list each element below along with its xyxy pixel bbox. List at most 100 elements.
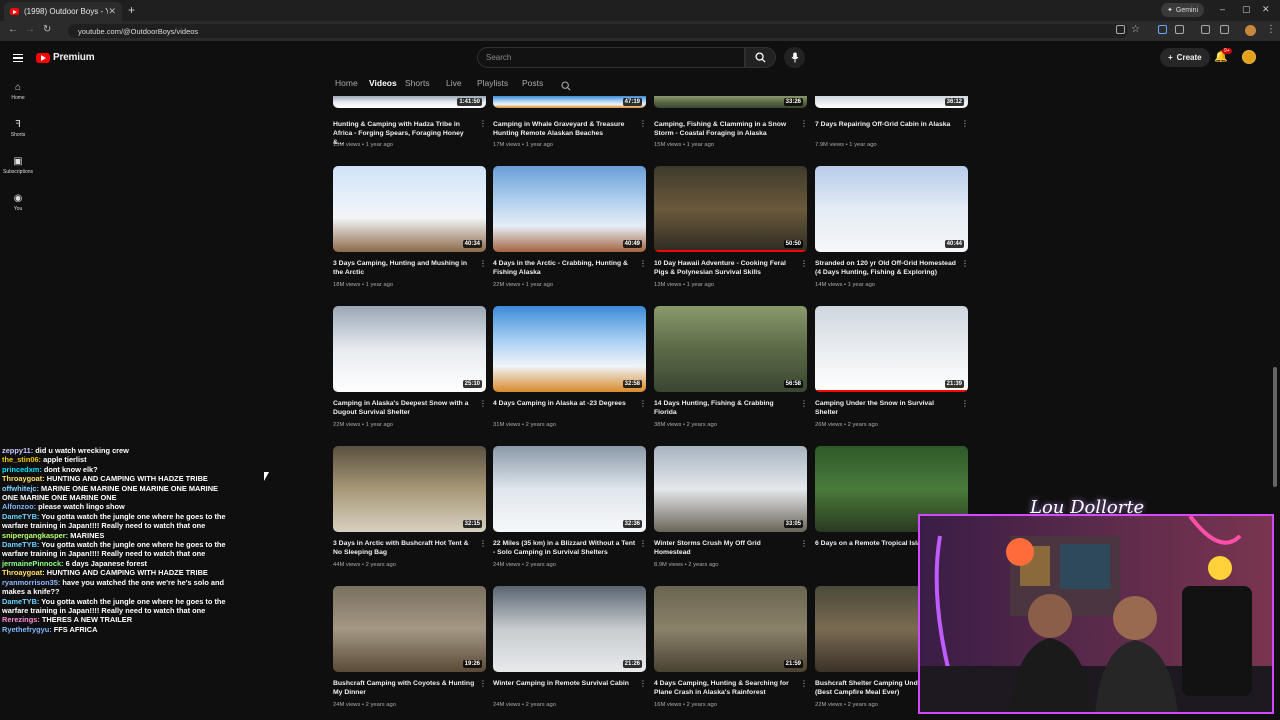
gemini-button[interactable]: ✦ Gemini: [1161, 3, 1205, 17]
chat-username: zeppy11:: [2, 446, 36, 455]
address-bar[interactable]: youtube.com/@OutdoorBoys/videos: [68, 24, 1128, 38]
tab-home[interactable]: Home: [335, 78, 358, 88]
video-thumbnail[interactable]: 1:41:50: [333, 96, 486, 108]
rail-item-shorts[interactable]: ꟻ Shorts: [0, 119, 36, 138]
bookmark-star-icon[interactable]: ☆: [1131, 24, 1140, 35]
search-button[interactable]: [745, 47, 776, 68]
video-menu-icon[interactable]: ⋮: [639, 540, 647, 548]
video-menu-icon[interactable]: ⋮: [800, 400, 808, 408]
video-thumbnail[interactable]: 21:26: [493, 586, 646, 672]
video-thumbnail[interactable]: 47:19: [493, 96, 646, 108]
video-thumbnail[interactable]: 32:15: [333, 446, 486, 532]
chat-text: did u watch wrecking crew: [35, 446, 129, 455]
video-menu-icon[interactable]: ⋮: [639, 680, 647, 688]
video-thumbnail[interactable]: 50:50: [654, 166, 807, 252]
video-thumbnail[interactable]: 19:26: [333, 586, 486, 672]
video-menu-icon[interactable]: ⋮: [479, 400, 487, 408]
reload-icon[interactable]: ↻: [43, 24, 51, 35]
video-menu-icon[interactable]: ⋮: [800, 680, 808, 688]
video-title: Winter Camping in Remote Survival Cabin: [493, 680, 629, 687]
browser-tab[interactable]: (1998) Outdoor Boys - YouTube ✕: [4, 2, 122, 21]
tab-playlists[interactable]: Playlists: [477, 78, 508, 88]
video-title: 7 Days Repairing Off-Grid Cabin in Alask…: [815, 121, 951, 128]
video-title: 14 Days Hunting, Fishing & Crabbing Flor…: [654, 400, 774, 416]
search-input[interactable]: Search: [477, 47, 745, 68]
voice-search-button[interactable]: [784, 47, 805, 68]
video-thumbnail[interactable]: 40:44: [815, 166, 968, 252]
video-duration: 33:05: [783, 520, 803, 528]
video-thumbnail[interactable]: 36:12: [815, 96, 968, 108]
video-title: Winter Storms Crush My Off Grid Homestea…: [654, 540, 761, 556]
downloads-icon[interactable]: [1220, 25, 1229, 34]
thumbnail-image: [333, 586, 486, 672]
stream-chat-overlay: zeppy11: did u watch wrecking crew the_st…: [0, 446, 235, 720]
rail-item-subscriptions[interactable]: ▣ Subscriptions: [0, 156, 36, 175]
logo-wordmark: Premium: [53, 52, 95, 63]
tab-shorts[interactable]: Shorts: [405, 78, 430, 88]
hamburger-menu-icon[interactable]: [13, 54, 23, 62]
tab-posts[interactable]: Posts: [522, 78, 543, 88]
video-meta: 14M views • 1 year ago: [815, 282, 876, 288]
rail-item-home[interactable]: ⌂ Home: [0, 82, 36, 101]
create-button[interactable]: + Create: [1160, 48, 1210, 67]
forward-arrow-icon[interactable]: →: [25, 24, 35, 35]
video-menu-icon[interactable]: ⋮: [479, 260, 487, 268]
video-thumbnail[interactable]: 32:58: [493, 306, 646, 392]
chat-message: offwhitejc: MARINE ONE MARINE ONE MARINE…: [0, 484, 235, 503]
maximize-button[interactable]: ▢: [1242, 4, 1251, 15]
chat-username: DameTYB:: [2, 540, 42, 550]
video-meta: 22M views • 2 years ago: [815, 702, 878, 708]
video-thumbnail[interactable]: 25:10: [333, 306, 486, 392]
video-menu-icon[interactable]: ⋮: [639, 120, 647, 128]
video-menu-icon[interactable]: ⋮: [961, 120, 969, 128]
video-duration: 21:39: [944, 380, 964, 388]
video-thumbnail[interactable]: 33:26: [654, 96, 807, 108]
video-duration: 21:26: [622, 660, 642, 668]
video-menu-icon[interactable]: ⋮: [479, 680, 487, 688]
tab-live[interactable]: Live: [446, 78, 462, 88]
split-view-icon[interactable]: [1201, 25, 1210, 34]
extensions-puzzle-icon[interactable]: [1175, 25, 1184, 34]
watch-progress-bar: [815, 390, 968, 392]
video-thumbnail[interactable]: 40:49: [493, 166, 646, 252]
chat-message: Ryethefrygyu: FFS AFRICA: [0, 625, 235, 634]
thumbnail-image: [333, 306, 486, 392]
video-thumbnail[interactable]: 21:59: [654, 586, 807, 672]
chat-message: DameTYB: You gotta watch the jungle one …: [0, 540, 235, 559]
search-placeholder: Search: [486, 53, 512, 62]
video-menu-icon[interactable]: ⋮: [479, 540, 487, 548]
streamer-signature-logo: Lou Dollorte: [1030, 497, 1145, 518]
browser-profile-avatar[interactable]: [1245, 25, 1256, 36]
tab-close-icon[interactable]: ✕: [108, 6, 116, 17]
video-menu-icon[interactable]: ⋮: [639, 260, 647, 268]
video-thumbnail[interactable]: 40:34: [333, 166, 486, 252]
video-title: 4 Days Camping in Alaska at -23 Degrees: [493, 400, 626, 407]
video-thumbnail[interactable]: 32:36: [493, 446, 646, 532]
rail-item-you[interactable]: ◉ You: [0, 193, 36, 212]
close-window-button[interactable]: ✕: [1262, 4, 1270, 15]
video-duration: 1:41:50: [457, 98, 482, 106]
video-menu-icon[interactable]: ⋮: [800, 540, 808, 548]
video-thumbnail[interactable]: 56:58: [654, 306, 807, 392]
video-menu-icon[interactable]: ⋮: [961, 260, 969, 268]
tab-videos[interactable]: Videos: [369, 78, 397, 88]
video-menu-icon[interactable]: ⋮: [800, 260, 808, 268]
video-thumbnail[interactable]: 33:05: [654, 446, 807, 532]
video-menu-icon[interactable]: ⋮: [800, 120, 808, 128]
channel-search-icon[interactable]: [561, 78, 571, 96]
install-app-icon[interactable]: [1116, 25, 1125, 34]
video-menu-icon[interactable]: ⋮: [961, 400, 969, 408]
youtube-premium-logo[interactable]: Premium: [36, 52, 95, 63]
extension-icon[interactable]: [1158, 25, 1167, 34]
minimize-button[interactable]: –: [1220, 4, 1225, 14]
back-arrow-icon[interactable]: ←: [8, 24, 18, 35]
chat-message: Throaygoat: HUNTING AND CAMPING WITH HAD…: [0, 474, 235, 483]
video-thumbnail[interactable]: 21:39: [815, 306, 968, 392]
page-scrollbar[interactable]: [1273, 367, 1277, 487]
video-menu-icon[interactable]: ⋮: [639, 400, 647, 408]
account-avatar[interactable]: [1242, 50, 1256, 64]
browser-menu-icon[interactable]: ⋮: [1266, 24, 1276, 35]
chat-username: jermainePinnock:: [2, 558, 66, 568]
video-menu-icon[interactable]: ⋮: [479, 120, 487, 128]
new-tab-button[interactable]: +: [128, 3, 135, 17]
